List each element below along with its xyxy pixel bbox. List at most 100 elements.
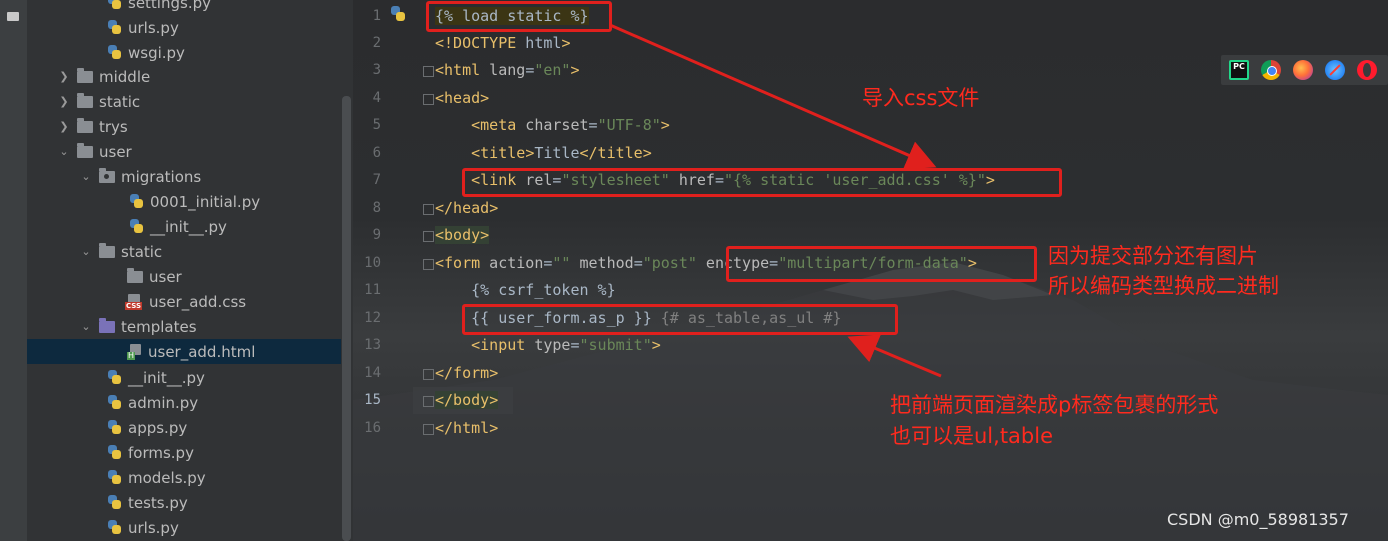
tree-item-middle[interactable]: ❯ middle: [57, 64, 353, 89]
tree-item-templates[interactable]: ⌄ templates: [79, 314, 353, 339]
python-file-icon: [107, 20, 122, 35]
line-number: 10: [364, 255, 381, 271]
tree-item-label: templates: [121, 317, 197, 336]
fold-marker-icon[interactable]: [423, 204, 434, 215]
code-line-6[interactable]: <title>Title</title>: [435, 140, 652, 167]
chevron-right-icon[interactable]: ❯: [57, 70, 71, 84]
python-file-icon: [107, 470, 122, 485]
chevron-right-icon[interactable]: ❯: [57, 120, 71, 134]
tree-item-migrations[interactable]: ⌄ migrations: [79, 164, 353, 189]
line-number: 1: [372, 8, 381, 24]
tree-item-label: user_add.html: [148, 342, 256, 361]
annotation-enctype-line2: 所以编码类型换成二进制: [1048, 274, 1279, 298]
template-folder-icon: [99, 318, 115, 333]
python-file-icon: [107, 445, 122, 460]
line-number-gutter: 1 2 3 4 5 6 7 8 9 10 11 12 13 14 15 16: [353, 0, 413, 541]
code-line-14[interactable]: </form>: [435, 360, 498, 387]
code-line-9[interactable]: <body>: [435, 222, 490, 249]
firefox-icon[interactable]: [1293, 60, 1313, 80]
folder-icon: [99, 243, 115, 258]
tree-item-0001-initial[interactable]: 0001_initial.py: [129, 189, 353, 214]
tree-item-settings-py[interactable]: settings.py: [107, 0, 353, 15]
folder-icon: [77, 93, 93, 108]
tree-item-static[interactable]: ❯ static: [57, 89, 353, 114]
code-line-13[interactable]: <input type="submit">: [435, 332, 661, 359]
code-line-5[interactable]: <meta charset="UTF-8">: [435, 112, 670, 139]
python-file-icon: [107, 420, 122, 435]
tree-item-label: models.py: [128, 468, 206, 487]
tree-item-label: urls.py: [128, 18, 179, 37]
chevron-right-icon[interactable]: ❯: [57, 95, 71, 109]
tree-item-user-add-html[interactable]: user_add.html: [27, 339, 341, 364]
code-line-15[interactable]: </body>: [435, 387, 499, 414]
chevron-down-icon[interactable]: ⌄: [79, 320, 93, 334]
line-number: 12: [364, 310, 381, 326]
annotation-box-as-p: [462, 304, 898, 335]
fold-marker-icon[interactable]: [423, 396, 434, 407]
fold-marker-icon[interactable]: [423, 369, 434, 380]
tree-item-admin-py[interactable]: admin.py: [107, 390, 353, 415]
tree-item-user-static[interactable]: ⌄ static: [79, 239, 353, 264]
browser-preview-toolbar: PC: [1221, 55, 1388, 85]
tree-item-wsgi-py[interactable]: wsgi.py: [107, 40, 353, 65]
tree-item-models-py[interactable]: models.py: [107, 465, 353, 490]
tree-item-apps-py[interactable]: apps.py: [107, 415, 353, 440]
python-file-icon: [129, 194, 144, 209]
tree-item-label: apps.py: [128, 418, 188, 437]
folder-icon: [77, 118, 93, 133]
tree-item-user-urls-py[interactable]: urls.py: [107, 515, 353, 540]
chevron-down-icon[interactable]: ⌄: [79, 170, 93, 184]
fold-marker-icon[interactable]: [423, 94, 434, 105]
tree-scrollbar[interactable]: [342, 96, 351, 541]
line-number-current: 15: [364, 392, 381, 408]
chevron-down-icon[interactable]: ⌄: [79, 245, 93, 259]
line-number: 9: [372, 227, 381, 243]
tree-item-user-init[interactable]: __init__.py: [107, 365, 353, 390]
safari-icon[interactable]: [1325, 60, 1345, 80]
code-line-4[interactable]: <head>: [435, 85, 489, 112]
annotation-as-p-line1: 把前端页面渲染成p标签包裹的形式: [890, 393, 1219, 417]
tree-item-static-user[interactable]: user: [127, 264, 353, 289]
tree-item-migrations-init[interactable]: __init__.py: [129, 214, 353, 239]
line-number: 6: [372, 145, 381, 161]
html-file-icon: [127, 343, 142, 360]
tree-item-user[interactable]: ⌄ user: [57, 139, 353, 164]
tree-item-label: static: [99, 92, 141, 111]
opera-icon[interactable]: [1357, 60, 1377, 80]
tree-item-label: static: [121, 242, 163, 261]
chrome-icon[interactable]: [1261, 60, 1281, 80]
watermark-text: CSDN @m0_58981357: [1167, 510, 1349, 529]
code-line-8[interactable]: </head>: [435, 195, 498, 222]
fold-marker-icon[interactable]: [423, 66, 434, 77]
python-file-icon: [129, 219, 144, 234]
tree-item-label: wsgi.py: [128, 43, 185, 62]
code-line-16[interactable]: </html>: [435, 415, 498, 442]
tree-item-urls-py[interactable]: urls.py: [107, 15, 353, 40]
line-number: 5: [372, 117, 381, 133]
annotation-enctype-line1: 因为提交部分还有图片: [1048, 244, 1258, 268]
tree-item-user-add-css[interactable]: user_add.css: [125, 289, 353, 314]
tree-item-tests-py[interactable]: tests.py: [107, 490, 353, 515]
package-icon: [99, 168, 115, 183]
annotation-box-link-css: [462, 168, 1062, 197]
project-tool-icon[interactable]: [7, 12, 19, 21]
annotation-css-import: 导入css文件: [862, 86, 980, 110]
project-tree: settings.py urls.py wsgi.py ❯ middle ❯ s…: [27, 0, 353, 541]
tree-item-label: admin.py: [128, 393, 199, 412]
pycharm-icon[interactable]: PC: [1229, 60, 1249, 80]
code-line-2[interactable]: <!DOCTYPE html>: [435, 30, 570, 57]
tree-item-label: user: [149, 267, 182, 286]
tree-item-forms-py[interactable]: forms.py: [107, 440, 353, 465]
fold-marker-icon[interactable]: [423, 259, 434, 270]
tree-item-label: tests.py: [128, 493, 188, 512]
line-number: 3: [372, 62, 381, 78]
line-number: 7: [372, 172, 381, 188]
line-number: 14: [364, 365, 381, 381]
code-line-11[interactable]: {% csrf_token %}: [435, 277, 616, 304]
fold-marker-icon[interactable]: [423, 231, 434, 242]
fold-marker-icon[interactable]: [423, 424, 434, 435]
tree-item-trys[interactable]: ❯ trys: [57, 114, 353, 139]
code-line-3[interactable]: <html lang="en">: [435, 57, 580, 84]
tree-item-label: urls.py: [128, 518, 179, 537]
chevron-down-icon[interactable]: ⌄: [57, 145, 71, 159]
